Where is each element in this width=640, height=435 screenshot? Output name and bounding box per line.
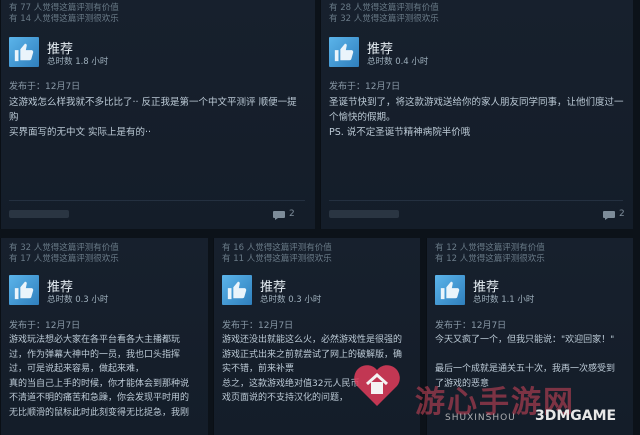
hours-played: 总时数 0.3 小时: [260, 295, 322, 305]
helpful-count: 有 16 人觉得这篇评测有价值: [222, 243, 332, 253]
thumbs-up-icon: [9, 275, 39, 305]
posted-date: 发布于：12月7日: [9, 321, 81, 331]
posted-date: 发布于：12月7日: [329, 82, 401, 92]
watermark-site: 3DMGAME: [535, 408, 617, 424]
posted-date: 发布于：12月7日: [9, 82, 81, 92]
helpful-count: 有 77 人觉得这篇评测有价值: [9, 3, 119, 13]
funny-count: 有 11 人觉得这篇评测很欢乐: [222, 254, 332, 264]
review-text: 这游戏怎么样我就不多比比了·· 反正我是第一个中文平测评 顺便一提 购 买界面写…: [9, 97, 297, 138]
funny-count: 有 32 人觉得这篇评测很欢乐: [329, 14, 439, 24]
posted-date: 发布于：12月7日: [222, 321, 294, 331]
review-card: 有 32 人觉得这篇评测有价值 有 17 人觉得这篇评测很欢乐 推荐 总时数 0…: [0, 238, 208, 435]
review-card: 有 28 人觉得这篇评测有价值 有 32 人觉得这篇评测很欢乐 推荐 总时数 0…: [320, 0, 633, 229]
helpful-count: 有 12 人觉得这篇评测有价值: [435, 243, 545, 253]
watermark-heart-logo: [354, 365, 400, 406]
helpful-count: 有 32 人觉得这篇评测有价值: [9, 243, 119, 253]
comment-icon[interactable]: [273, 211, 285, 220]
thumbs-up-icon: [435, 275, 465, 305]
helpful-count: 有 28 人觉得这篇评测有价值: [329, 3, 439, 13]
review-card: 有 77 人觉得这篇评测有价值 有 14 人觉得这篇评测很欢乐 推荐 总时数 1…: [0, 0, 315, 229]
hours-played: 总时数 0.3 小时: [47, 295, 109, 305]
hours-played: 总时数 1.1 小时: [473, 295, 535, 305]
comment-icon[interactable]: [603, 211, 615, 220]
funny-count: 有 14 人觉得这篇评测很欢乐: [9, 14, 119, 24]
hours-played: 总时数 1.8 小时: [47, 57, 109, 67]
divider: [9, 200, 305, 201]
funny-count: 有 17 人觉得这篇评测很欢乐: [9, 254, 119, 264]
comment-count: 2: [289, 209, 295, 219]
blurred-username: [329, 210, 399, 218]
divider: [329, 200, 623, 201]
review-text: 游戏玩法想必大家在各平台看各大主播都玩 过，作为弹幕大神中的一员，我也口头指挥 …: [9, 335, 190, 418]
comment-count: 2: [619, 209, 625, 219]
thumbs-up-icon: [329, 37, 359, 67]
thumbs-up-icon: [9, 37, 39, 67]
hours-played: 总时数 0.4 小时: [367, 57, 429, 67]
review-text: 圣诞节快到了，将这款游戏送给你的家人朋友同学同事，让他们度过一 个愉快的假期。 …: [329, 97, 624, 138]
posted-date: 发布于：12月7日: [435, 321, 507, 331]
watermark-en: SHUXINSHOU: [445, 413, 516, 423]
funny-count: 有 12 人觉得这篇评测很欢乐: [435, 254, 545, 264]
thumbs-up-icon: [222, 275, 252, 305]
blurred-username: [9, 210, 69, 218]
